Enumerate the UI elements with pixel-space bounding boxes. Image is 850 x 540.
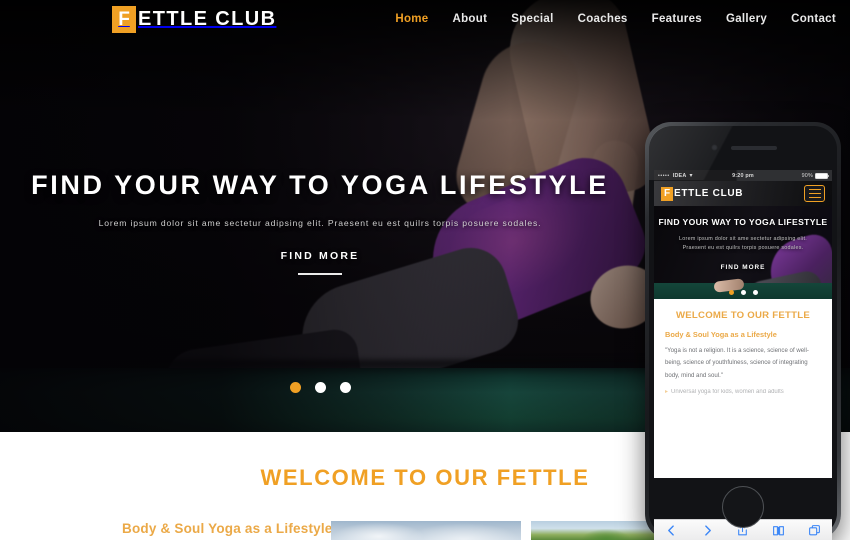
hamburger-bar xyxy=(808,192,821,195)
earpiece-speaker-icon xyxy=(731,146,777,150)
phone-welcome-subheading: Body & Soul Yoga as a Lifestyle xyxy=(665,330,777,339)
phone-site-header: F ETTLE CLUB xyxy=(654,181,832,206)
bookmarks-icon[interactable] xyxy=(772,523,786,537)
hero-copy: FIND YOUR WAY TO YOGA LIFESTYLE Lorem ip… xyxy=(0,0,640,275)
front-camera-icon xyxy=(711,144,718,151)
back-chevron-icon[interactable] xyxy=(665,523,679,537)
phone-hero-subtitle-line2: Praesent eu est quilrs torpis posuere so… xyxy=(682,245,804,252)
phone-carousel-dots xyxy=(654,290,832,295)
bullet-marker-icon: ▸ xyxy=(665,389,669,396)
site-logo[interactable]: F ETTLE CLUB xyxy=(112,5,277,33)
phone-welcome-bullet-text: Universal yoga for kids, women and adult… xyxy=(671,389,784,396)
forward-chevron-icon[interactable] xyxy=(700,523,714,537)
phone-welcome-quote: "Yoga is not a religion. It is a science… xyxy=(665,347,809,379)
phone-hero-find-more-button[interactable]: FIND MORE xyxy=(654,264,832,271)
site-header: F ETTLE CLUB Home About Special Coaches … xyxy=(0,0,850,38)
phone-carousel-dot-3[interactable] xyxy=(752,290,758,295)
phone-screen: ••••• IDEA ▾ 9:20 pm 90% F ETTLE CLUB FI… xyxy=(654,170,832,478)
carousel-dot-2[interactable] xyxy=(314,382,326,393)
phone-hero-subtitle-line1: Lorem ipsum dolor sit ame sectetur adips… xyxy=(679,236,807,242)
page-root: FIND YOUR WAY TO YOGA LIFESTYLE Lorem ip… xyxy=(0,0,850,540)
carousel-dot-1[interactable] xyxy=(289,382,301,393)
nav-item-about[interactable]: About xyxy=(453,13,488,25)
nav-item-coaches[interactable]: Coaches xyxy=(578,13,628,25)
phone-welcome-bullet: ▸ Universal yoga for kids, women and adu… xyxy=(665,387,821,398)
nav-item-home[interactable]: Home xyxy=(395,13,428,25)
welcome-thumbnail-sky[interactable] xyxy=(331,521,521,540)
status-time: 9:20 pm xyxy=(732,172,754,179)
nav-item-gallery[interactable]: Gallery xyxy=(726,13,767,25)
hero-title: FIND YOUR WAY TO YOGA LIFESTYLE xyxy=(31,170,609,200)
phone-welcome-section: WELCOME TO OUR FETTLE Body & Soul Yoga a… xyxy=(654,299,832,399)
nav-item-special[interactable]: Special xyxy=(511,13,553,25)
hero-button-underline xyxy=(298,273,342,275)
phone-status-bar: ••••• IDEA ▾ 9:20 pm 90% xyxy=(654,170,832,181)
phone-hero-copy: FIND YOUR WAY TO YOGA LIFESTYLE Lorem ip… xyxy=(654,206,832,271)
hero-find-more-button[interactable]: FIND MORE xyxy=(281,250,360,262)
hamburger-bar xyxy=(808,196,821,199)
tabs-icon[interactable] xyxy=(807,523,821,537)
battery-icon xyxy=(815,172,830,179)
phone-mockup: ••••• IDEA ▾ 9:20 pm 90% F ETTLE CLUB FI… xyxy=(645,122,841,540)
phone-carousel-dot-2[interactable] xyxy=(740,290,746,295)
phone-logo-text: ETTLE CLUB xyxy=(674,188,744,199)
home-button-icon[interactable] xyxy=(722,486,764,528)
hero-carousel-dots xyxy=(0,382,640,393)
phone-logo-badge-icon: F xyxy=(661,186,673,201)
logo-badge-icon: F xyxy=(112,5,136,33)
phone-hero: FIND YOUR WAY TO YOGA LIFESTYLE Lorem ip… xyxy=(654,206,832,299)
nav-item-contact[interactable]: Contact xyxy=(791,13,836,25)
carousel-dot-3[interactable] xyxy=(339,382,351,393)
phone-top-bezel xyxy=(649,126,837,170)
hamburger-bar xyxy=(808,188,821,191)
main-navigation: Home About Special Coaches Features Gall… xyxy=(395,13,836,25)
phone-carousel-dot-1[interactable] xyxy=(728,290,734,295)
phone-welcome-heading: WELCOME TO OUR FETTLE xyxy=(675,310,811,321)
hamburger-icon[interactable] xyxy=(804,185,825,202)
nav-item-features[interactable]: Features xyxy=(652,13,702,25)
hero-subtitle: Lorem ipsum dolor sit ame sectetur adips… xyxy=(98,218,542,228)
phone-hero-title: FIND YOUR WAY TO YOGA LIFESTYLE xyxy=(658,217,828,227)
welcome-subheading: Body & Soul Yoga as a Lifestyle xyxy=(122,521,333,536)
logo-text: ETTLE CLUB xyxy=(138,7,277,30)
